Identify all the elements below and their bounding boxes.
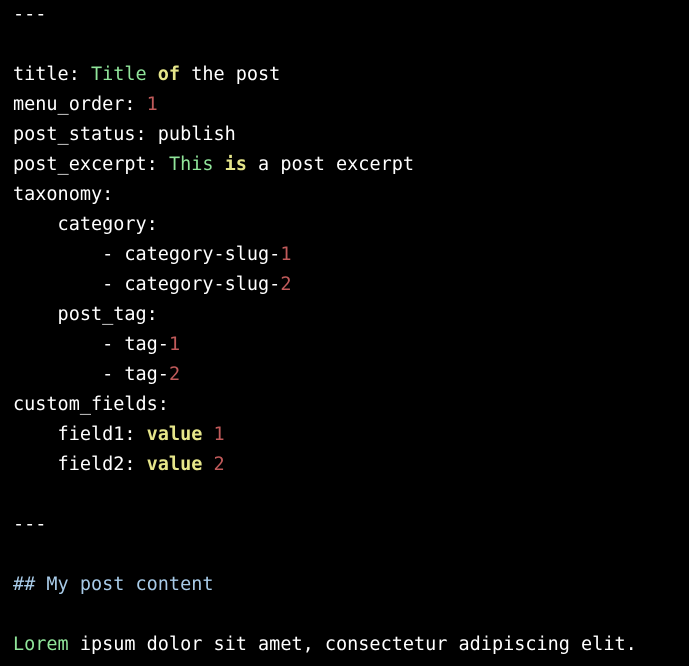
code-line: taxonomy: — [0, 180, 689, 210]
code-line: --- — [0, 0, 689, 30]
code-token: menu_order: — [13, 94, 147, 115]
code-token: 1 — [146, 94, 158, 115]
code-content[interactable]: --- title: Title of the post menu_order: … — [0, 0, 689, 660]
code-line: title: Title of the post — [0, 60, 689, 90]
code-token: --- — [13, 514, 47, 535]
code-token: post_status: publish — [13, 124, 236, 145]
code-token: post_excerpt: — [13, 154, 169, 175]
code-token: field2: — [13, 454, 147, 475]
code-line: - category-slug-2 — [0, 270, 689, 300]
code-token: category: — [13, 214, 158, 235]
code-token: is — [224, 154, 247, 175]
code-token: ipsum dolor sit amet, consectetur adipis… — [68, 634, 637, 655]
code-token: field1: — [13, 424, 147, 445]
code-line: --- — [0, 510, 689, 540]
code-token: 2 — [168, 364, 181, 385]
code-token: value — [146, 424, 203, 445]
code-line: field2: value 2 — [0, 450, 689, 480]
code-line: - tag-2 — [0, 360, 689, 390]
code-line: category: — [0, 210, 689, 240]
code-line: post_tag: — [0, 300, 689, 330]
code-token: the post — [180, 64, 281, 85]
code-token: 1 — [280, 244, 292, 265]
code-line: Lorem ipsum dolor sit amet, consectetur … — [0, 630, 689, 660]
code-line: ## My post content — [0, 570, 689, 600]
code-line: - tag-1 — [0, 330, 689, 360]
code-line: field1: value 1 — [0, 420, 689, 450]
code-token: taxonomy: — [13, 184, 114, 205]
code-token: of — [157, 64, 181, 85]
code-line: - category-slug-1 — [0, 240, 689, 270]
code-editor-viewport[interactable]: --- title: Title of the post menu_order: … — [0, 0, 689, 666]
code-token: ## My post content — [13, 574, 214, 595]
code-token: - tag- — [13, 334, 169, 355]
code-line: post_status: publish — [0, 120, 689, 150]
code-token: a post excerpt — [246, 154, 414, 175]
code-token: - tag- — [13, 364, 169, 385]
code-token: This — [168, 154, 225, 175]
code-token: --- — [13, 4, 47, 25]
code-token: value — [146, 454, 203, 475]
code-token: Title — [90, 64, 158, 85]
code-token: post_tag: — [13, 304, 158, 325]
code-line: post_excerpt: This is a post excerpt — [0, 150, 689, 180]
code-line: custom_fields: — [0, 390, 689, 420]
code-token: title: — [13, 64, 91, 85]
code-token: 2 — [213, 454, 225, 475]
code-token: - category-slug- — [13, 274, 281, 295]
code-token: custom_fields: — [13, 394, 169, 415]
code-token: - category-slug- — [13, 244, 281, 265]
code-token: 1 — [213, 424, 225, 445]
code-token: 1 — [168, 334, 181, 355]
code-token: 2 — [280, 274, 292, 295]
code-line: menu_order: 1 — [0, 90, 689, 120]
code-token: Lorem — [13, 634, 69, 655]
